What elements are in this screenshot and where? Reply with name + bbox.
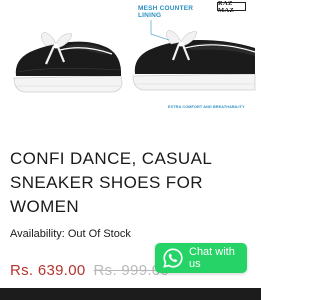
chat-with-us-button[interactable]: Chat with us [155, 243, 247, 273]
shoe-image [13, 31, 123, 93]
sale-price: Rs. 639.00 [10, 261, 86, 279]
whatsapp-icon [161, 246, 184, 270]
price-row: Rs. 639.00 Rs. 999.00 [10, 260, 169, 280]
availability-status: Availability: Out Of Stock [10, 228, 131, 240]
feature-tagline: EXTRA COMFORT AND BREATHABILITY [168, 105, 245, 109]
chat-label: Chat with us [189, 246, 235, 270]
product-image-main[interactable] [0, 0, 128, 126]
bottom-bar [0, 288, 261, 300]
product-image-gallery[interactable]: MESH COUNTER LINING RAZ MAZ EXTRA COMFOR… [0, 0, 261, 126]
brand-logo: RAZ MAZ [217, 0, 246, 14]
product-title: CONFI DANCE, CASUAL SNEAKER SHOES FOR WO… [10, 149, 212, 216]
feature-callout: MESH COUNTER LINING [138, 5, 194, 19]
